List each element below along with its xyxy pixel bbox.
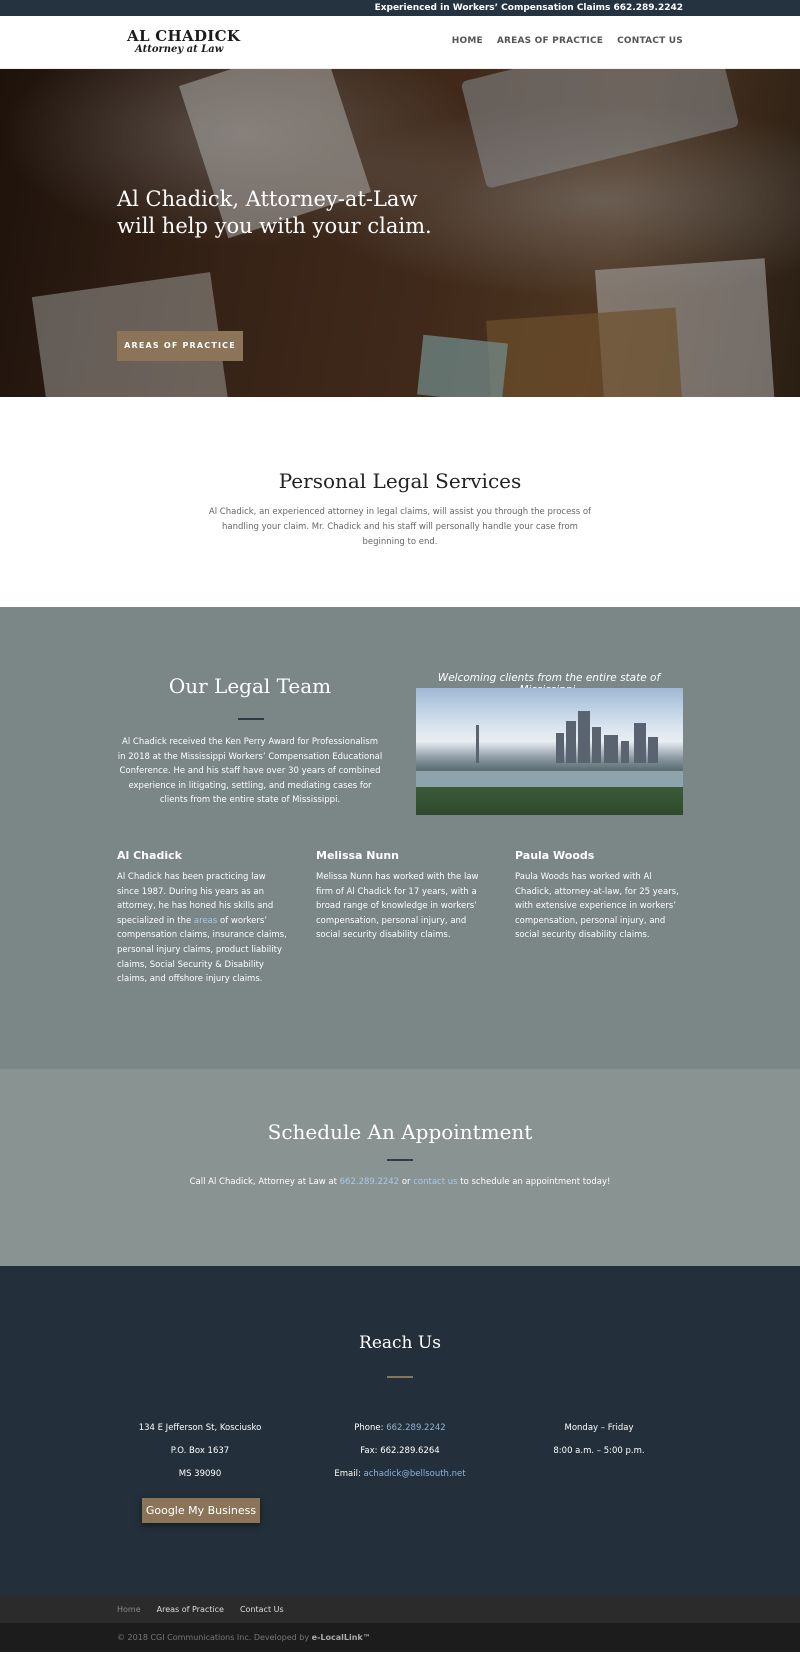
member-name: Paula Woods: [515, 849, 595, 862]
team-member-melissa-nunn: Melissa Nunn Melissa Nunn has worked wit…: [316, 849, 486, 943]
top-bar-text: Experienced in Workers’ Compensation Cla…: [374, 3, 683, 13]
address-column: 134 E Jefferson St, Kosciusko P.O. Box 1…: [100, 1423, 300, 1492]
hours-column: Monday – Friday 8:00 a.m. – 5:00 p.m.: [499, 1423, 699, 1469]
phone-link[interactable]: 662.289.2242: [386, 1423, 445, 1433]
reach-divider: [387, 1376, 413, 1378]
site-header: AL CHADICK Attorney at Law HOME AREAS OF…: [0, 16, 800, 69]
appointment-section: Schedule An Appointment Call Al Chadick,…: [0, 1069, 800, 1266]
team-member-paula-woods: Paula Woods Paula Woods has worked with …: [515, 849, 685, 943]
google-my-business-button[interactable]: Google My Business: [142, 1498, 260, 1523]
email-link[interactable]: achadick@bellsouth.net: [364, 1469, 466, 1479]
contact-column: Phone: 662.289.2242 Fax: 662.289.6264 Em…: [300, 1423, 500, 1492]
copyright-bar: © 2018 CGI Communications Inc. Developed…: [0, 1623, 800, 1652]
hero-section: Al Chadick, Attorney-at-Law will help yo…: [0, 69, 800, 397]
team-award-text: Al Chadick received the Ken Perry Award …: [117, 737, 383, 805]
team-divider: [238, 718, 264, 720]
team-title: Our Legal Team: [168, 674, 332, 698]
appointment-text: Call Al Chadick, Attorney at Law at 662.…: [189, 1177, 611, 1187]
services-section: Personal Legal Services Al Chadick, an e…: [0, 397, 800, 607]
river: [416, 771, 683, 787]
footer-link-areas-of-practice[interactable]: Areas of Practice: [157, 1605, 224, 1614]
developer-link[interactable]: e-LocalLink™: [312, 1633, 371, 1642]
site-logo[interactable]: AL CHADICK Attorney at Law: [127, 28, 240, 56]
address-line: 134 E Jefferson St, Kosciusko: [138, 1423, 262, 1433]
footer-link-home[interactable]: Home: [117, 1605, 141, 1614]
address-line: MS 39090: [178, 1469, 222, 1479]
reach-us-section: Reach Us 134 E Jefferson St, Kosciusko P…: [0, 1266, 800, 1595]
appointment-divider: [387, 1159, 413, 1161]
appointment-phone-link[interactable]: 662.289.2242: [340, 1177, 399, 1187]
city-skyline-image: [416, 688, 683, 815]
main-nav: HOME AREAS OF PRACTICE CONTACT US: [452, 36, 683, 46]
services-body: Al Chadick, an experienced attorney in l…: [208, 507, 592, 547]
address-line: P.O. Box 1637: [170, 1446, 230, 1456]
areas-link[interactable]: areas: [194, 916, 217, 926]
reach-title: Reach Us: [359, 1333, 441, 1353]
top-bar: Experienced in Workers’ Compensation Cla…: [0, 0, 800, 16]
hours-days: Monday – Friday: [564, 1423, 634, 1433]
team-section: Our Legal Team Al Chadick received the K…: [0, 607, 800, 1069]
fax-line: Fax: 662.289.6264: [360, 1446, 440, 1456]
logo-name: AL CHADICK: [127, 27, 241, 45]
copyright-text: © 2018 CGI Communications Inc. Developed…: [117, 1633, 312, 1642]
member-name: Melissa Nunn: [316, 849, 399, 862]
member-bio: Melissa Nunn has worked with the law fir…: [316, 872, 479, 941]
phone-line: Phone: 662.289.2242: [354, 1423, 446, 1433]
logo-tagline: Attorney at Law: [135, 44, 224, 55]
footer-nav: Home Areas of Practice Contact Us: [0, 1595, 800, 1623]
hero-areas-button[interactable]: AREAS OF PRACTICE: [117, 331, 243, 361]
member-bio: Al Chadick has been practicing law since…: [117, 872, 287, 985]
member-bio: Paula Woods has worked with Al Chadick, …: [515, 872, 679, 941]
team-member-al-chadick: Al Chadick Al Chadick has been practicin…: [117, 849, 287, 987]
nav-home[interactable]: HOME: [452, 36, 483, 46]
email-line: Email: achadick@bellsouth.net: [334, 1469, 466, 1479]
nav-areas-of-practice[interactable]: AREAS OF PRACTICE: [497, 36, 603, 46]
appointment-title: Schedule An Appointment: [267, 1120, 533, 1144]
services-title: Personal Legal Services: [278, 469, 522, 493]
hero-headline: Al Chadick, Attorney-at-Law will help yo…: [117, 187, 432, 238]
appointment-contact-link[interactable]: contact us: [413, 1177, 457, 1187]
hours-times: 8:00 a.m. – 5:00 p.m.: [553, 1446, 645, 1456]
footer-link-contact-us[interactable]: Contact Us: [240, 1605, 284, 1614]
member-name: Al Chadick: [117, 849, 182, 862]
nav-contact-us[interactable]: CONTACT US: [617, 36, 683, 46]
